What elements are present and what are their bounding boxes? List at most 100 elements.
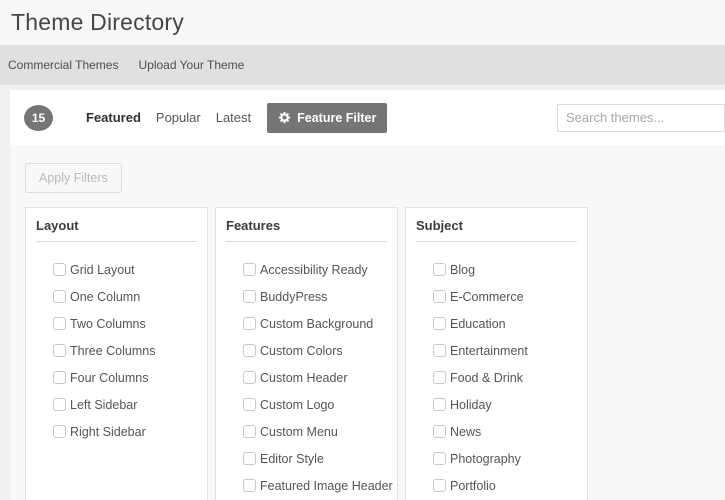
checkbox-custom-background[interactable]	[243, 317, 256, 330]
filter-option-right-sidebar[interactable]: Right Sidebar	[53, 424, 199, 439]
filter-option-grid-layout[interactable]: Grid Layout	[53, 262, 199, 277]
filter-option-label: Custom Header	[260, 370, 348, 385]
filter-group-layout: Layout Grid Layout One Column Two Columns Th…	[25, 207, 208, 500]
filter-option-label: Grid Layout	[70, 262, 135, 277]
filter-option-three-columns[interactable]: Three Columns	[53, 343, 199, 358]
filter-option-label: BuddyPress	[260, 289, 328, 304]
filter-option-one-column[interactable]: One Column	[53, 289, 199, 304]
filter-option-label: Editor Style	[260, 451, 324, 466]
filter-option-photography[interactable]: Photography	[433, 451, 579, 466]
filter-option-two-columns[interactable]: Two Columns	[53, 316, 199, 331]
checkbox-two-columns[interactable]	[53, 317, 66, 330]
filter-option-custom-background[interactable]: Custom Background	[243, 316, 389, 331]
filter-option-accessibility-ready[interactable]: Accessibility Ready	[243, 262, 389, 277]
apply-filters-button[interactable]: Apply Filters	[25, 163, 122, 193]
filter-option-label: Custom Menu	[260, 424, 338, 439]
filter-option-custom-logo[interactable]: Custom Logo	[243, 397, 389, 412]
filter-option-label: Blog	[450, 262, 476, 277]
feature-filter-button[interactable]: Feature Filter	[267, 102, 388, 133]
themes-panel: 15 Featured Popular Latest Feature Filte…	[10, 90, 725, 500]
filter-option-label: News	[450, 424, 482, 439]
checkbox-news[interactable]	[433, 425, 446, 438]
page-title: Theme Directory	[11, 9, 184, 35]
feature-filter-drawer: Apply Filters Layout Grid Layout One Colum…	[10, 145, 725, 500]
filter-option-holiday[interactable]: Holiday	[433, 397, 579, 412]
filter-option-label: Food & Drink	[450, 370, 523, 385]
filter-options-list: Accessibility Ready BuddyPress Custom Back…	[216, 242, 397, 493]
checkbox-grid-layout[interactable]	[53, 263, 66, 276]
filter-option-label: One Column	[70, 289, 141, 304]
nav-upload-your-theme[interactable]: Upload Your Theme	[138, 58, 244, 72]
filter-option-education[interactable]: Education	[433, 316, 579, 331]
checkbox-editor-style[interactable]	[243, 452, 256, 465]
filter-group-features: Features Accessibility Ready BuddyPress Cus…	[215, 207, 398, 500]
filter-option-label: Accessibility Ready	[260, 262, 368, 277]
filter-option-label: Left Sidebar	[70, 397, 138, 412]
filter-option-label: Custom Background	[260, 316, 374, 331]
search-input[interactable]	[557, 103, 725, 132]
checkbox-food-drink[interactable]	[433, 371, 446, 384]
checkbox-custom-menu[interactable]	[243, 425, 256, 438]
checkbox-portfolio[interactable]	[433, 479, 446, 492]
filter-option-four-columns[interactable]: Four Columns	[53, 370, 199, 385]
checkbox-e-commerce[interactable]	[433, 290, 446, 303]
themes-toolbar: 15 Featured Popular Latest Feature Filte…	[10, 90, 725, 145]
filter-option-label: Photography	[450, 451, 521, 466]
filter-option-label: Custom Logo	[260, 397, 335, 412]
checkbox-four-columns[interactable]	[53, 371, 66, 384]
filter-option-label: Holiday	[450, 397, 492, 412]
filter-option-label: Portfolio	[450, 478, 496, 493]
checkbox-left-sidebar[interactable]	[53, 398, 66, 411]
filter-options-list: Grid Layout One Column Two Columns Three Co…	[26, 242, 207, 439]
feature-filter-label: Feature Filter	[297, 110, 377, 125]
tab-latest[interactable]: Latest	[216, 110, 251, 125]
filter-options-list: Blog E-Commerce Education Entertainment Food…	[406, 242, 587, 493]
checkbox-photography[interactable]	[433, 452, 446, 465]
filter-option-e-commerce[interactable]: E-Commerce	[433, 289, 579, 304]
checkbox-featured-image-header[interactable]	[243, 479, 256, 492]
gear-icon	[278, 111, 291, 124]
filter-option-portfolio[interactable]: Portfolio	[433, 478, 579, 493]
filter-option-label: Two Columns	[70, 316, 146, 331]
filter-group-title: Features	[226, 218, 387, 242]
filter-option-blog[interactable]: Blog	[433, 262, 579, 277]
site-header: Theme Directory	[0, 0, 725, 45]
checkbox-custom-header[interactable]	[243, 371, 256, 384]
checkbox-holiday[interactable]	[433, 398, 446, 411]
filter-option-custom-colors[interactable]: Custom Colors	[243, 343, 389, 358]
filter-groups: Layout Grid Layout One Column Two Columns Th…	[25, 207, 725, 500]
filter-option-label: Entertainment	[450, 343, 528, 358]
filter-group-title: Layout	[36, 218, 197, 242]
checkbox-entertainment[interactable]	[433, 344, 446, 357]
filter-option-label: Four Columns	[70, 370, 149, 385]
filter-option-featured-image-header[interactable]: Featured Image Header	[243, 478, 393, 493]
checkbox-custom-logo[interactable]	[243, 398, 256, 411]
filter-group-subject: Subject Blog E-Commerce Education Entertainm…	[405, 207, 588, 500]
tab-popular[interactable]: Popular	[156, 110, 201, 125]
filter-option-custom-header[interactable]: Custom Header	[243, 370, 389, 385]
checkbox-custom-colors[interactable]	[243, 344, 256, 357]
checkbox-right-sidebar[interactable]	[53, 425, 66, 438]
filter-option-news[interactable]: News	[433, 424, 579, 439]
top-nav: Commercial Themes Upload Your Theme	[0, 45, 725, 85]
filter-option-custom-menu[interactable]: Custom Menu	[243, 424, 389, 439]
tab-featured[interactable]: Featured	[86, 110, 141, 125]
filter-option-editor-style[interactable]: Editor Style	[243, 451, 389, 466]
checkbox-blog[interactable]	[433, 263, 446, 276]
filter-option-label: E-Commerce	[450, 289, 524, 304]
filter-option-food-drink[interactable]: Food & Drink	[433, 370, 579, 385]
nav-commercial-themes[interactable]: Commercial Themes	[8, 58, 118, 72]
filter-option-label: Three Columns	[70, 343, 156, 358]
checkbox-education[interactable]	[433, 317, 446, 330]
checkbox-one-column[interactable]	[53, 290, 66, 303]
filter-option-label: Education	[450, 316, 506, 331]
checkbox-three-columns[interactable]	[53, 344, 66, 357]
checkbox-buddypress[interactable]	[243, 290, 256, 303]
checkbox-accessibility-ready[interactable]	[243, 263, 256, 276]
filter-option-entertainment[interactable]: Entertainment	[433, 343, 579, 358]
filter-option-label: Right Sidebar	[70, 424, 146, 439]
filter-option-label: Featured Image Header	[260, 478, 393, 493]
filter-option-left-sidebar[interactable]: Left Sidebar	[53, 397, 199, 412]
theme-count-badge: 15	[24, 104, 53, 131]
filter-option-buddypress[interactable]: BuddyPress	[243, 289, 389, 304]
